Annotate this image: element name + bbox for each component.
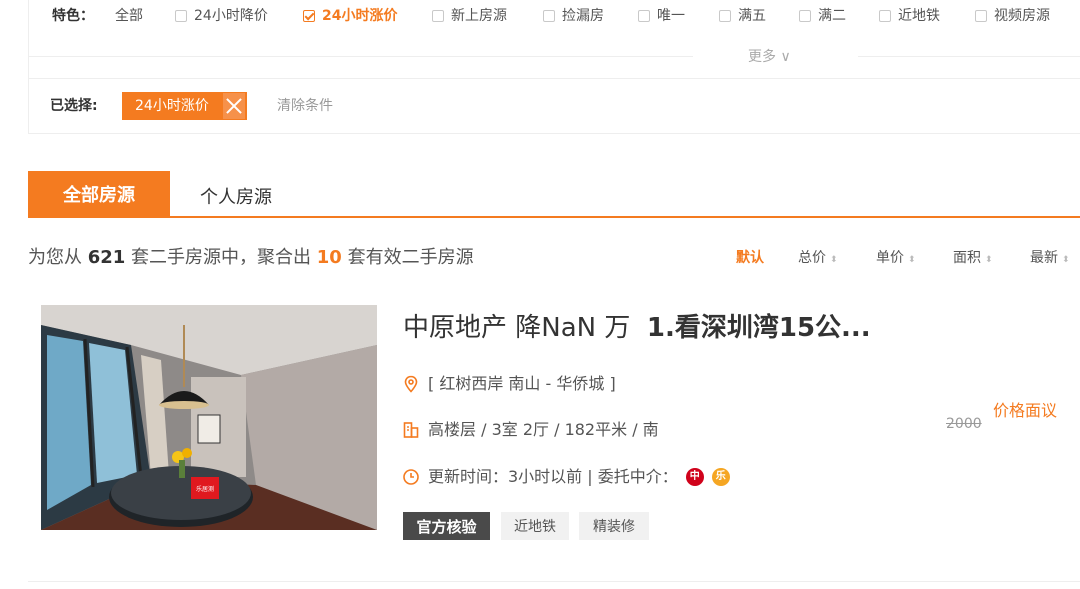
location-pin-icon [404, 375, 418, 393]
divider [28, 56, 693, 57]
filter-option-24h-price-rise[interactable]: 24小时涨价 [303, 6, 397, 26]
filter-option-over-two[interactable]: 满二 [799, 6, 846, 26]
filter-option-over-five[interactable]: 满五 [719, 6, 766, 26]
sort-area[interactable]: 面积 ⬍ [953, 248, 993, 270]
filter-option-bargain[interactable]: 捡漏房 [543, 6, 604, 26]
filter-option-video[interactable]: 视频房源 [975, 6, 1050, 26]
remove-filter-close-icon[interactable] [222, 93, 245, 119]
summary-middle: 套二手房源中，聚合出 [131, 247, 312, 268]
listing-details-row: 高楼层 / 3室 2厅 / 182平米 / 南 [402, 419, 659, 441]
sort-arrows-icon: ⬍ [1062, 255, 1070, 265]
clear-conditions-link[interactable]: 清除条件 [277, 96, 333, 116]
sort-newest[interactable]: 最新 ⬍ [1030, 248, 1070, 270]
listing-divider [28, 581, 1080, 582]
checkbox[interactable] [879, 10, 891, 22]
listing-photo[interactable]: 乐居测 [41, 305, 377, 530]
listing-details: 高楼层 / 3室 2厅 / 182平米 / 南 [428, 420, 659, 439]
checkbox[interactable] [432, 10, 444, 22]
filter-option-near-subway[interactable]: 近地铁 [879, 6, 940, 26]
checkbox[interactable] [543, 10, 555, 22]
summary-total-count: 621 [87, 247, 126, 268]
building-icon [403, 422, 419, 438]
divider [858, 56, 1080, 57]
summary-valid-count: 10 [316, 247, 342, 268]
sort-label: 总价 [798, 250, 826, 266]
tag-fine-decoration: 精装修 [579, 512, 649, 540]
checkbox[interactable] [175, 10, 187, 22]
selected-label: 已选择: [50, 98, 98, 114]
more-filters-toggle[interactable]: 更多 ∨ [748, 46, 791, 66]
filter-option-unique[interactable]: 唯一 [638, 6, 685, 26]
filter-feature-label: 特色： [52, 8, 94, 24]
sort-total-price[interactable]: 总价 ⬍ [798, 248, 838, 270]
tab-personal-listings[interactable]: 个人房源 [200, 183, 272, 209]
sort-label: 最新 [1030, 250, 1058, 266]
tab-all-listings[interactable]: 全部房源 [28, 171, 170, 217]
sort-label: 面积 [953, 250, 981, 266]
price-negotiable: 价格面议 [993, 401, 1058, 420]
summary-suffix: 套有效二手房源 [347, 247, 474, 268]
checkbox[interactable] [638, 10, 650, 22]
sort-unit-price[interactable]: 单价 ⬍ [876, 248, 916, 270]
tag-near-subway: 近地铁 [501, 512, 569, 540]
selected-filter-chip: 24小时涨价 [122, 92, 247, 120]
checkbox[interactable] [799, 10, 811, 22]
sort-default[interactable]: 默认 [736, 248, 764, 268]
listing-location[interactable]: [ 红树西岸 南山 - 华侨城 ] [428, 373, 616, 395]
checkbox-checked[interactable] [303, 10, 315, 22]
listing-title-agency: 中原地产 降NaN 万 [403, 313, 631, 343]
sort-arrows-icon: ⬍ [985, 255, 993, 265]
tab-underline [28, 216, 1080, 218]
divider [28, 78, 1080, 79]
filter-option-new-listing[interactable]: 新上房源 [432, 6, 507, 26]
filter-box-left-border [28, 0, 29, 134]
official-verified-badge: 官方核验 [403, 512, 490, 540]
sort-arrows-icon: ⬍ [908, 255, 916, 265]
summary-prefix: 为您从 [28, 247, 82, 268]
listing-title-main: 1.看深圳湾15公... [646, 313, 871, 343]
price-original: 2000 [946, 416, 982, 432]
checkbox[interactable] [975, 10, 987, 22]
checkbox[interactable] [719, 10, 731, 22]
listing-updated: 更新时间：3小时以前 | 委托中介： [428, 467, 678, 486]
listing-updated-row: 更新时间：3小时以前 | 委托中介： 中 乐 [402, 466, 730, 488]
agent-logo-icon[interactable]: 乐 [711, 468, 730, 486]
sort-label: 单价 [876, 250, 904, 266]
agent-logo-icon[interactable]: 中 [685, 468, 704, 486]
sort-arrows-icon: ⬍ [830, 255, 838, 265]
result-summary: 为您从 621 套二手房源中，聚合出 10 套有效二手房源 [28, 246, 474, 270]
photo-badge-text: 乐居测 [196, 485, 214, 493]
filter-option-24h-price-drop[interactable]: 24小时降价 [175, 6, 268, 26]
listing-title[interactable]: 中原地产 降NaN 万 1.看深圳湾15公... [403, 310, 871, 346]
room-interior-image: 乐居测 [41, 305, 377, 530]
listing-location-row: [ 红树西岸 南山 - 华侨城 ] [402, 373, 616, 395]
filter-option-all[interactable]: 全部 [115, 6, 143, 26]
filter-box-bottom-border [28, 133, 1080, 134]
clock-icon [403, 469, 419, 485]
selected-filter-chip-label: 24小时涨价 [135, 98, 209, 114]
